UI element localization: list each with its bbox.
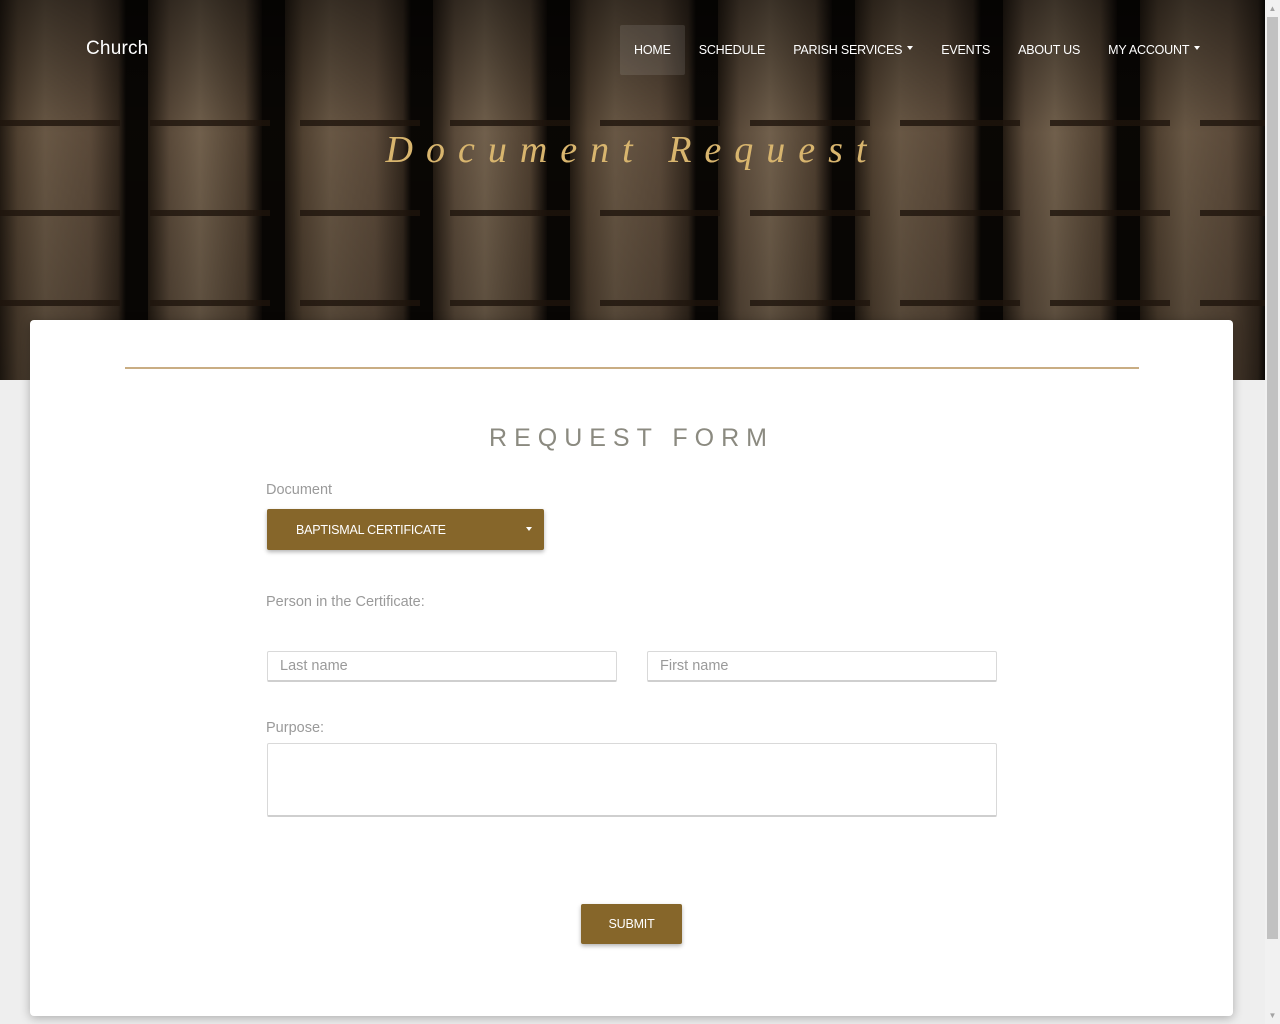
- nav-item-label: SCHEDULE: [698, 43, 766, 57]
- book-band-decoration: [0, 120, 1265, 126]
- document-select-value: BAPTISMAL CERTIFICATE: [296, 522, 446, 537]
- request-form-card: REQUEST FORM Document BAPTISMAL CERTIFIC…: [30, 320, 1233, 1016]
- nav-item-parish-services[interactable]: PARISH SERVICES: [779, 25, 927, 75]
- page: Church HOME SCHEDULE PARISH SERVICES EVE…: [0, 0, 1280, 1024]
- nav-item-label: PARISH SERVICES: [793, 43, 903, 57]
- scrollbar-thumb[interactable]: [1267, 17, 1278, 939]
- nav-item-events[interactable]: EVENTS: [927, 25, 1004, 75]
- nav-item-schedule[interactable]: SCHEDULE: [685, 25, 779, 75]
- person-label: Person in the Certificate:: [266, 594, 425, 610]
- caret-down-icon: [907, 46, 914, 50]
- form-title: REQUEST FORM: [489, 424, 774, 452]
- nav-item-label: MY ACCOUNT: [1108, 43, 1190, 57]
- first-name-input[interactable]: [647, 651, 997, 682]
- scroll-down-icon[interactable]: ▼: [1265, 1008, 1280, 1023]
- caret-down-icon: [1194, 46, 1201, 50]
- nav-item-label: EVENTS: [941, 43, 991, 57]
- main-nav: HOME SCHEDULE PARISH SERVICES EVENTS ABO…: [620, 25, 1214, 75]
- caret-down-icon: [526, 527, 532, 531]
- vertical-scrollbar[interactable]: ▲ ▼: [1265, 0, 1280, 1024]
- purpose-textarea[interactable]: [267, 743, 997, 817]
- book-band-decoration: [0, 210, 1265, 216]
- book-band-decoration: [0, 300, 1265, 306]
- nav-item-my-account[interactable]: MY ACCOUNT: [1094, 25, 1214, 75]
- purpose-label: Purpose:: [266, 720, 325, 736]
- nav-item-about-us[interactable]: ABOUT US: [1004, 25, 1094, 75]
- page-title: Document Request: [385, 129, 880, 171]
- navbar: Church HOME SCHEDULE PARISH SERVICES EVE…: [0, 0, 1265, 100]
- nav-item-home[interactable]: HOME: [620, 25, 685, 75]
- scroll-up-icon[interactable]: ▲: [1265, 1, 1280, 16]
- nav-item-label: HOME: [634, 43, 671, 57]
- nav-item-label: ABOUT US: [1018, 43, 1081, 57]
- submit-button[interactable]: SUBMIT: [581, 904, 682, 944]
- divider: [125, 367, 1139, 369]
- brand-logo[interactable]: Church: [86, 38, 148, 60]
- document-select[interactable]: BAPTISMAL CERTIFICATE: [267, 509, 544, 550]
- last-name-input[interactable]: [267, 651, 617, 682]
- document-label: Document: [266, 482, 333, 498]
